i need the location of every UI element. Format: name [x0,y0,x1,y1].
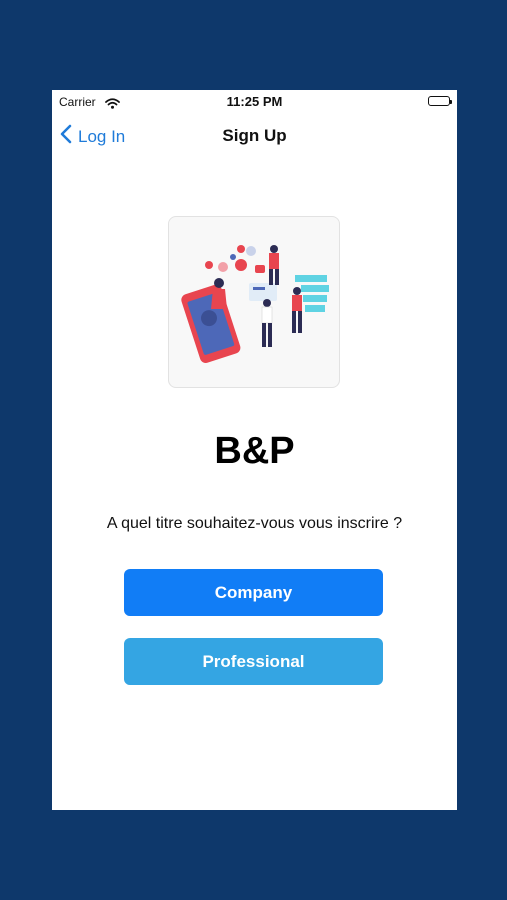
signup-illustration [168,216,340,388]
navigation-bar: Log In Sign Up [52,116,457,160]
status-bar: Carrier 11:25 PM [52,90,457,112]
phone-screen: Carrier 11:25 PM Log In Sign Up B&P A qu… [52,90,457,810]
page-title: Sign Up [222,126,287,145]
brand-name: B&P [214,430,295,472]
status-time: 11:25 PM [226,94,283,109]
signup-question: A quel titre souhaitez-vous vous inscrir… [106,515,403,532]
professional-button[interactable]: Professional [124,638,383,685]
company-button[interactable]: Company [124,569,383,616]
battery-icon [428,96,452,106]
